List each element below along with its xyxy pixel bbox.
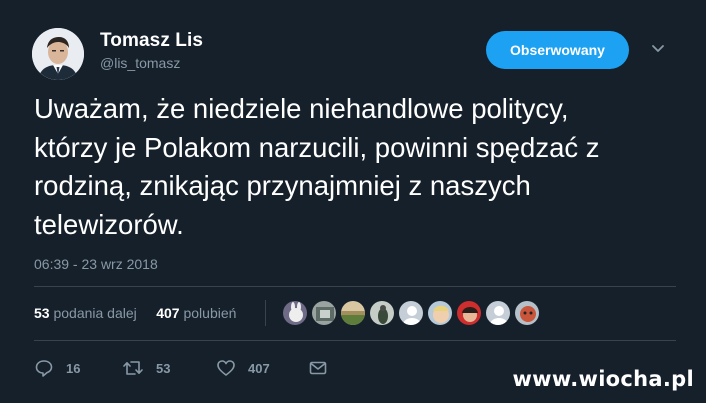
liker-avatar[interactable] bbox=[485, 300, 511, 326]
liker-avatar[interactable] bbox=[456, 300, 482, 326]
retweets-stat[interactable]: 53 podania dalej bbox=[34, 305, 137, 321]
reply-icon bbox=[34, 358, 54, 378]
direct-message-button[interactable] bbox=[308, 357, 328, 379]
liker-avatar[interactable] bbox=[340, 300, 366, 326]
tweet-text-line: Uważam, że niedziele niehandlowe polityc… bbox=[34, 93, 569, 124]
like-count: 407 bbox=[248, 360, 270, 376]
tweet-text-line: rodziną, znikając przynajmniej z naszych bbox=[34, 170, 531, 201]
retweet-button[interactable]: 53 bbox=[122, 357, 170, 379]
reply-count: 16 bbox=[66, 360, 81, 376]
tweet-text-line: telewizorów. bbox=[34, 208, 184, 240]
likes-count: 407 bbox=[156, 305, 180, 321]
engagement-stats: 53 podania dalej 407 polubień bbox=[34, 305, 236, 321]
liker-avatar[interactable] bbox=[427, 300, 453, 326]
chevron-down-icon[interactable] bbox=[650, 40, 666, 56]
liker-avatar[interactable] bbox=[514, 300, 540, 326]
reply-button[interactable]: 16 bbox=[34, 357, 80, 379]
tweet-card: Tomasz Lis @lis_tomasz Obserwowany Uważa… bbox=[0, 0, 706, 403]
author-display-name[interactable]: Tomasz Lis bbox=[100, 30, 203, 52]
divider bbox=[34, 340, 676, 341]
envelope-icon bbox=[308, 358, 328, 378]
likes-stat[interactable]: 407 polubień bbox=[156, 305, 236, 321]
tweet-text-line: którzy je Polakom narzucili, powinni spę… bbox=[34, 131, 600, 163]
liker-avatar[interactable] bbox=[398, 300, 424, 326]
author-username[interactable]: @lis_tomasz bbox=[100, 55, 180, 71]
stats-separator bbox=[265, 300, 266, 326]
watermark: www.wiocha.pl bbox=[512, 367, 694, 391]
retweets-label: podania dalej bbox=[53, 305, 137, 321]
tweet-text: Uważam, że niedziele niehandlowe polityc… bbox=[34, 90, 684, 244]
retweet-icon bbox=[122, 358, 144, 378]
author-avatar[interactable] bbox=[32, 28, 84, 80]
like-button[interactable]: 407 bbox=[216, 357, 270, 379]
likes-label: polubień bbox=[183, 305, 237, 321]
liker-avatar[interactable] bbox=[369, 300, 395, 326]
retweet-count: 53 bbox=[156, 360, 171, 376]
liker-avatar[interactable] bbox=[311, 300, 337, 326]
tweet-timestamp[interactable]: 06:39 - 23 wrz 2018 bbox=[34, 256, 158, 272]
divider bbox=[34, 286, 676, 287]
following-button[interactable]: Obserwowany bbox=[486, 31, 629, 69]
heart-icon bbox=[216, 358, 236, 378]
liker-avatar[interactable] bbox=[282, 300, 308, 326]
retweets-count: 53 bbox=[34, 305, 50, 321]
